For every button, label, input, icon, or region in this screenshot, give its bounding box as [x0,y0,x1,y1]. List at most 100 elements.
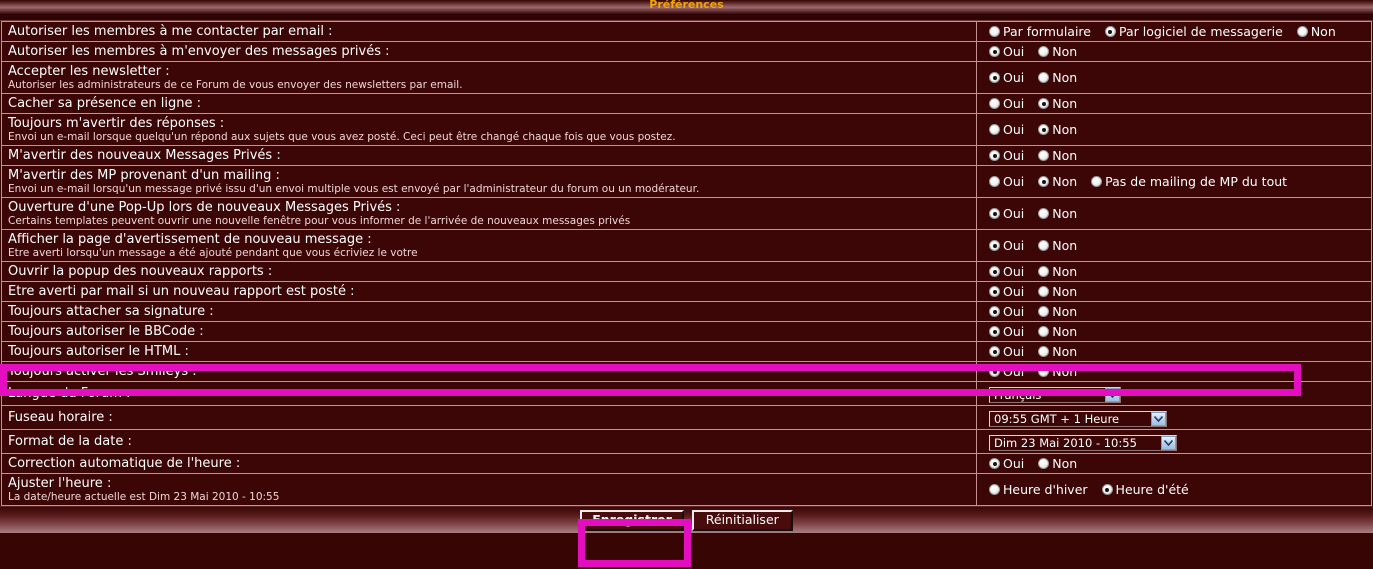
radio-option[interactable]: Par logiciel de messagerie [1104,25,1283,38]
radio-option[interactable]: Non [1038,149,1077,162]
select-dropdown[interactable]: Français [989,387,1121,403]
table-row: Etre averti par mail si un nouveau rappo… [1,281,1372,302]
radio-option[interactable]: Non [1038,45,1077,58]
radio-unchecked-icon[interactable] [1038,366,1050,377]
reset-button[interactable]: Réinitialiser [691,509,793,531]
radio-unchecked-icon[interactable] [1038,72,1050,83]
radio-unchecked-icon[interactable] [1038,266,1050,277]
preference-control-cell: Oui Non [976,341,1372,362]
radio-option[interactable]: Oui [989,325,1024,338]
radio-option[interactable]: Non [1038,305,1077,318]
radio-checked-icon[interactable] [989,150,1000,161]
preference-label-cell: Fuseau horaire : [1,405,977,430]
radio-option[interactable]: Oui [989,305,1024,318]
radio-option[interactable]: Non [1038,239,1077,252]
radio-option[interactable]: Non [1038,207,1077,220]
radio-option[interactable]: Oui [989,285,1024,298]
radio-option-label: Oui [1003,264,1025,279]
radio-option-label: Oui [1003,174,1025,189]
radio-unchecked-icon[interactable] [1038,208,1050,219]
radio-unchecked-icon[interactable] [1038,306,1050,317]
radio-checked-icon[interactable] [989,366,1000,377]
radio-option-label: Non [1052,174,1078,189]
radio-option[interactable]: Oui [989,71,1024,84]
radio-unchecked-icon[interactable] [1296,26,1308,37]
radio-option[interactable]: Non [1038,71,1077,84]
radio-option-label: Non [1052,324,1078,339]
radio-unchecked-icon[interactable] [989,176,1000,187]
radio-option[interactable]: Oui [989,123,1024,136]
preference-label-cell: Toujours autoriser le HTML : [1,341,977,362]
chevron-down-icon[interactable] [1151,412,1166,426]
preference-description: La date/heure actuelle est Dim 23 Mai 20… [8,491,280,503]
radio-option[interactable]: Pas de mailing de MP du tout [1091,175,1287,188]
chevron-down-icon[interactable] [1105,388,1120,402]
radio-option[interactable]: Oui [989,45,1024,58]
save-button[interactable]: Enregistrer [580,509,684,531]
radio-option[interactable]: Oui [989,207,1024,220]
radio-unchecked-icon[interactable] [1038,286,1050,297]
radio-option[interactable]: Non [1038,97,1077,110]
radio-option[interactable]: Oui [989,345,1024,358]
radio-group: Oui Non [989,239,1371,252]
radio-option[interactable]: Non [1038,345,1077,358]
radio-checked-icon[interactable] [989,286,1000,297]
radio-checked-icon[interactable] [989,306,1000,317]
radio-unchecked-icon[interactable] [1091,176,1103,187]
select-dropdown[interactable]: 09:55 GMT + 1 Heure [989,411,1167,427]
radio-option[interactable]: Oui [989,175,1024,188]
radio-option[interactable]: Oui [989,457,1024,470]
radio-option[interactable]: Non [1038,325,1077,338]
radio-checked-icon[interactable] [1101,484,1113,495]
radio-option[interactable]: Non [1038,175,1077,188]
radio-checked-icon[interactable] [989,266,1000,277]
radio-option[interactable]: Oui [989,149,1024,162]
preference-control-cell: Oui Non [976,361,1372,382]
preference-label: M'avertir des nouveaux Messages Privés : [8,148,281,163]
radio-option[interactable]: Heure d'hiver [989,483,1088,496]
radio-checked-icon[interactable] [989,326,1000,337]
radio-unchecked-icon[interactable] [1038,240,1050,251]
preference-control-cell: Oui Non [976,113,1372,146]
radio-option-label: Non [1052,122,1078,137]
radio-option[interactable]: Non [1038,285,1077,298]
radio-option[interactable]: Par formulaire [989,25,1091,38]
radio-group: Oui Non [989,97,1371,110]
radio-checked-icon[interactable] [989,458,1000,469]
radio-checked-icon[interactable] [989,208,1000,219]
radio-checked-icon[interactable] [1038,124,1050,135]
radio-checked-icon[interactable] [1038,176,1050,187]
radio-checked-icon[interactable] [989,240,1000,251]
select-dropdown[interactable]: Dim 23 Mai 2010 - 10:55 [989,435,1177,451]
radio-unchecked-icon[interactable] [989,98,1000,109]
radio-option[interactable]: Non [1038,365,1077,378]
radio-checked-icon[interactable] [989,72,1000,83]
radio-option[interactable]: Oui [989,265,1024,278]
radio-option[interactable]: Non [1038,265,1077,278]
preference-label: Toujours autoriser le BBCode : [8,324,204,339]
radio-unchecked-icon[interactable] [989,26,1000,37]
radio-group: Oui Non [989,457,1371,470]
preference-label: Autoriser les membres à me contacter par… [8,24,333,39]
radio-checked-icon[interactable] [1104,26,1116,37]
radio-option[interactable]: Non [1038,123,1077,136]
radio-unchecked-icon[interactable] [1038,458,1050,469]
radio-unchecked-icon[interactable] [1038,346,1050,357]
preference-label-cell: Ouvrir la popup des nouveaux rapports : [1,261,977,282]
radio-unchecked-icon[interactable] [1038,46,1050,57]
radio-checked-icon[interactable] [1038,98,1050,109]
radio-option[interactable]: Oui [989,239,1024,252]
radio-option[interactable]: Oui [989,97,1024,110]
radio-unchecked-icon[interactable] [989,124,1000,135]
radio-unchecked-icon[interactable] [1038,326,1050,337]
radio-option[interactable]: Non [1038,457,1077,470]
radio-option[interactable]: Heure d'été [1101,483,1189,496]
radio-option[interactable]: Non [1296,25,1336,38]
chevron-down-icon[interactable] [1161,436,1176,450]
radio-checked-icon[interactable] [989,46,1000,57]
radio-group: Par formulaire Par logiciel de messagerie… [989,25,1371,38]
radio-checked-icon[interactable] [989,346,1000,357]
radio-option[interactable]: Oui [989,365,1024,378]
radio-unchecked-icon[interactable] [989,484,1000,495]
radio-unchecked-icon[interactable] [1038,150,1050,161]
